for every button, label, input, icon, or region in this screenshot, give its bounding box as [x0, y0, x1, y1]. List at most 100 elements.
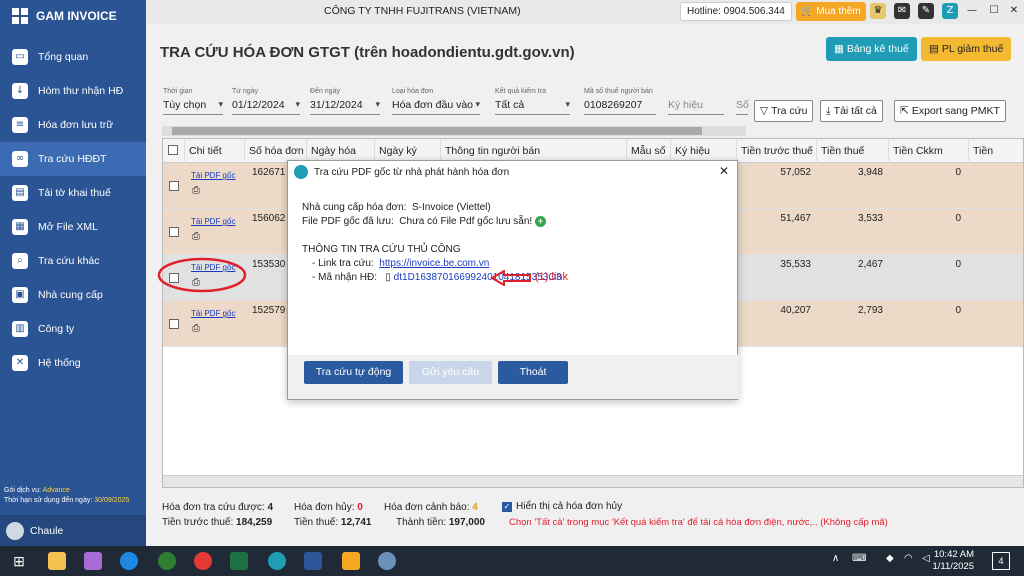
zalo-icon[interactable]: Z [942, 3, 958, 19]
scrollbar-thumb[interactable] [172, 127, 702, 135]
send-request-button[interactable]: Gửi yêu cầu [409, 361, 492, 384]
notification-icon[interactable]: 4 [992, 552, 1010, 570]
wifi-icon[interactable]: ◠ [904, 553, 913, 564]
tax-reduction-button[interactable]: ▤ PL giảm thuế [921, 37, 1012, 61]
document-icon[interactable]: ▯ [385, 272, 391, 283]
checkbox-checked-icon[interactable]: ✓ [502, 501, 512, 512]
sidebar-item-label: Công ty [38, 323, 75, 335]
grid-horizontal-scrollbar[interactable] [163, 475, 1023, 487]
word-icon[interactable] [304, 552, 322, 570]
auto-lookup-button[interactable]: Tra cứu tự động [304, 361, 403, 384]
user-account[interactable]: Chaule [0, 515, 146, 546]
maximize-icon[interactable]: ☐ [986, 3, 1002, 19]
row-checkbox[interactable] [169, 181, 179, 191]
to-date-filter[interactable]: Đến ngày 31/12/2024 [310, 88, 380, 115]
check-result-select[interactable]: Tất cả [495, 99, 570, 115]
tax-list-label: Bảng kê thuế [846, 43, 909, 55]
download-all-button[interactable]: ⤓ Tải tất cả [820, 100, 883, 122]
chrome-icon[interactable] [194, 552, 212, 570]
filter-scrollbar[interactable] [162, 126, 746, 136]
summary-total: Thành tiền: 197,000 [396, 517, 485, 528]
edit-icon[interactable]: ✎ [918, 3, 934, 19]
chat-icon[interactable]: ✉ [894, 3, 910, 19]
copilot-icon[interactable] [84, 552, 102, 570]
sidebar-item-xml[interactable]: ▦ Mở File XML [0, 210, 146, 244]
tax-amount: 2,467 [857, 259, 883, 270]
buy-more-button[interactable]: 🛒 Mua thêm [796, 2, 866, 21]
ckkm-amount: 0 [955, 305, 961, 316]
number-filter[interactable]: Số [736, 88, 749, 115]
file-explorer-icon[interactable] [48, 552, 66, 570]
symbol-input[interactable]: Ký hiệu [668, 99, 724, 115]
sidebar-item-label: Tổng quan [38, 51, 89, 63]
ckkm-amount: 0 [955, 259, 961, 270]
minimize-icon[interactable]: — [964, 3, 980, 19]
to-date-label: Đến ngày [310, 88, 340, 95]
download-pdf-link[interactable]: Tải PDF gốc [191, 217, 235, 226]
check-result-filter[interactable]: Kết quả kiểm tra Tất cả [495, 88, 570, 115]
sidebar-item-tra-cuu-hddt[interactable]: ∞ Tra cứu HĐĐT [0, 142, 146, 176]
sidebar-item-tong-quan[interactable]: ▭ Tổng quan [0, 40, 146, 74]
download-pdf-link[interactable]: Tải PDF gốc [191, 309, 235, 318]
exit-button[interactable]: Thoát [498, 361, 568, 384]
paint-icon[interactable] [378, 552, 396, 570]
tax-value: 12,741 [340, 517, 372, 528]
sidebar-item-tra-cuu-khac[interactable]: ⌕ Tra cứu khác [0, 244, 146, 278]
col-total: Tiền [969, 139, 1023, 163]
tray-chevron-icon[interactable]: ∧ [832, 553, 839, 564]
sidebar-item-he-thong[interactable]: ✕ Hệ thống [0, 346, 146, 380]
export-icon: ⇱ [900, 105, 909, 117]
download-doc-icon: ▤ [12, 185, 28, 201]
symbol-filter[interactable]: Ký hiệu [668, 88, 724, 115]
trophy-icon[interactable]: ♛ [870, 3, 886, 19]
show-cancelled-toggle[interactable]: ✓ Hiển thị cả hóa đơn hủy [502, 501, 622, 512]
number-input[interactable]: Số [736, 99, 749, 115]
lookup-link[interactable]: https://invoice.be.com.vn [379, 258, 489, 269]
tax-list-button[interactable]: ▦ Bảng kê thuế [826, 37, 917, 61]
search-button[interactable]: ▽ Tra cứu [754, 100, 814, 122]
supplier-icon: ▣ [12, 287, 28, 303]
sidebar-item-nha-cung-cap[interactable]: ▣ Nhà cung cấp [0, 278, 146, 312]
sidebar-item-luu-tru[interactable]: ≡ Hóa đơn lưu trữ [0, 108, 146, 142]
clock[interactable]: 10:42 AM 1/11/2025 [932, 549, 974, 573]
chat-app-icon[interactable] [158, 552, 176, 570]
sidebar-item-to-khai[interactable]: ▤ Tải tờ khai thuế [0, 176, 146, 210]
export-button[interactable]: ⇱ Export sang PMKT [894, 100, 1006, 122]
invoice-type-filter[interactable]: Loại hóa đơn Hóa đơn đầu vào [392, 88, 480, 115]
edge-icon[interactable] [120, 552, 138, 570]
keyboard-icon[interactable]: ⌨ [852, 553, 866, 564]
select-all-checkbox[interactable] [168, 145, 178, 155]
printer-icon[interactable]: ⎙ [192, 323, 200, 334]
excel-icon[interactable] [230, 552, 248, 570]
invoice-type-select[interactable]: Hóa đơn đầu vào [392, 99, 480, 115]
tax-amount: 2,793 [857, 305, 883, 316]
from-date-filter[interactable]: Từ ngày 01/12/2024 [232, 88, 300, 115]
time-select[interactable]: Tùy chọn [163, 99, 223, 115]
close-icon[interactable]: ✕ [719, 164, 729, 178]
windows-start-icon[interactable]: ⊞ [10, 552, 28, 570]
pretax-amount: 35,533 [780, 259, 811, 270]
dialog-footer: Tra cứu tự động Gửi yêu cầu Thoát [288, 355, 739, 399]
to-date-input[interactable]: 31/12/2024 [310, 99, 380, 115]
row-checkbox[interactable] [169, 227, 179, 237]
sidebar-item-label: Hệ thống [38, 357, 81, 369]
seller-tax-filter[interactable]: Mã số thuế người bán 0108269207 [584, 88, 656, 115]
sidebar-item-hom-thu[interactable]: ↓ Hòm thư nhận HĐ [0, 74, 146, 108]
printer-icon[interactable]: ⎙ [192, 231, 200, 242]
invoice-number: 162671 [252, 167, 286, 178]
time-filter[interactable]: Thời gian Tùy chọn [163, 88, 223, 115]
row-checkbox[interactable] [169, 319, 179, 329]
network-icon[interactable]: ◆ [886, 553, 894, 564]
volume-icon[interactable]: ◁ [922, 553, 930, 564]
seller-tax-input[interactable]: 0108269207 [584, 99, 656, 115]
sidebar-item-cong-ty[interactable]: ▥ Công ty [0, 312, 146, 346]
col-tax: Tiền thuế [817, 139, 889, 163]
gam-invoice-icon[interactable] [268, 552, 286, 570]
printer-icon[interactable]: ⎙ [192, 185, 200, 196]
add-icon[interactable]: + [534, 216, 546, 227]
download-pdf-link[interactable]: Tải PDF gốc [191, 171, 235, 180]
ckkm-amount: 0 [955, 213, 961, 224]
from-date-input[interactable]: 01/12/2024 [232, 99, 300, 115]
close-icon[interactable]: ✕ [1006, 3, 1022, 19]
app-icon[interactable] [342, 552, 360, 570]
